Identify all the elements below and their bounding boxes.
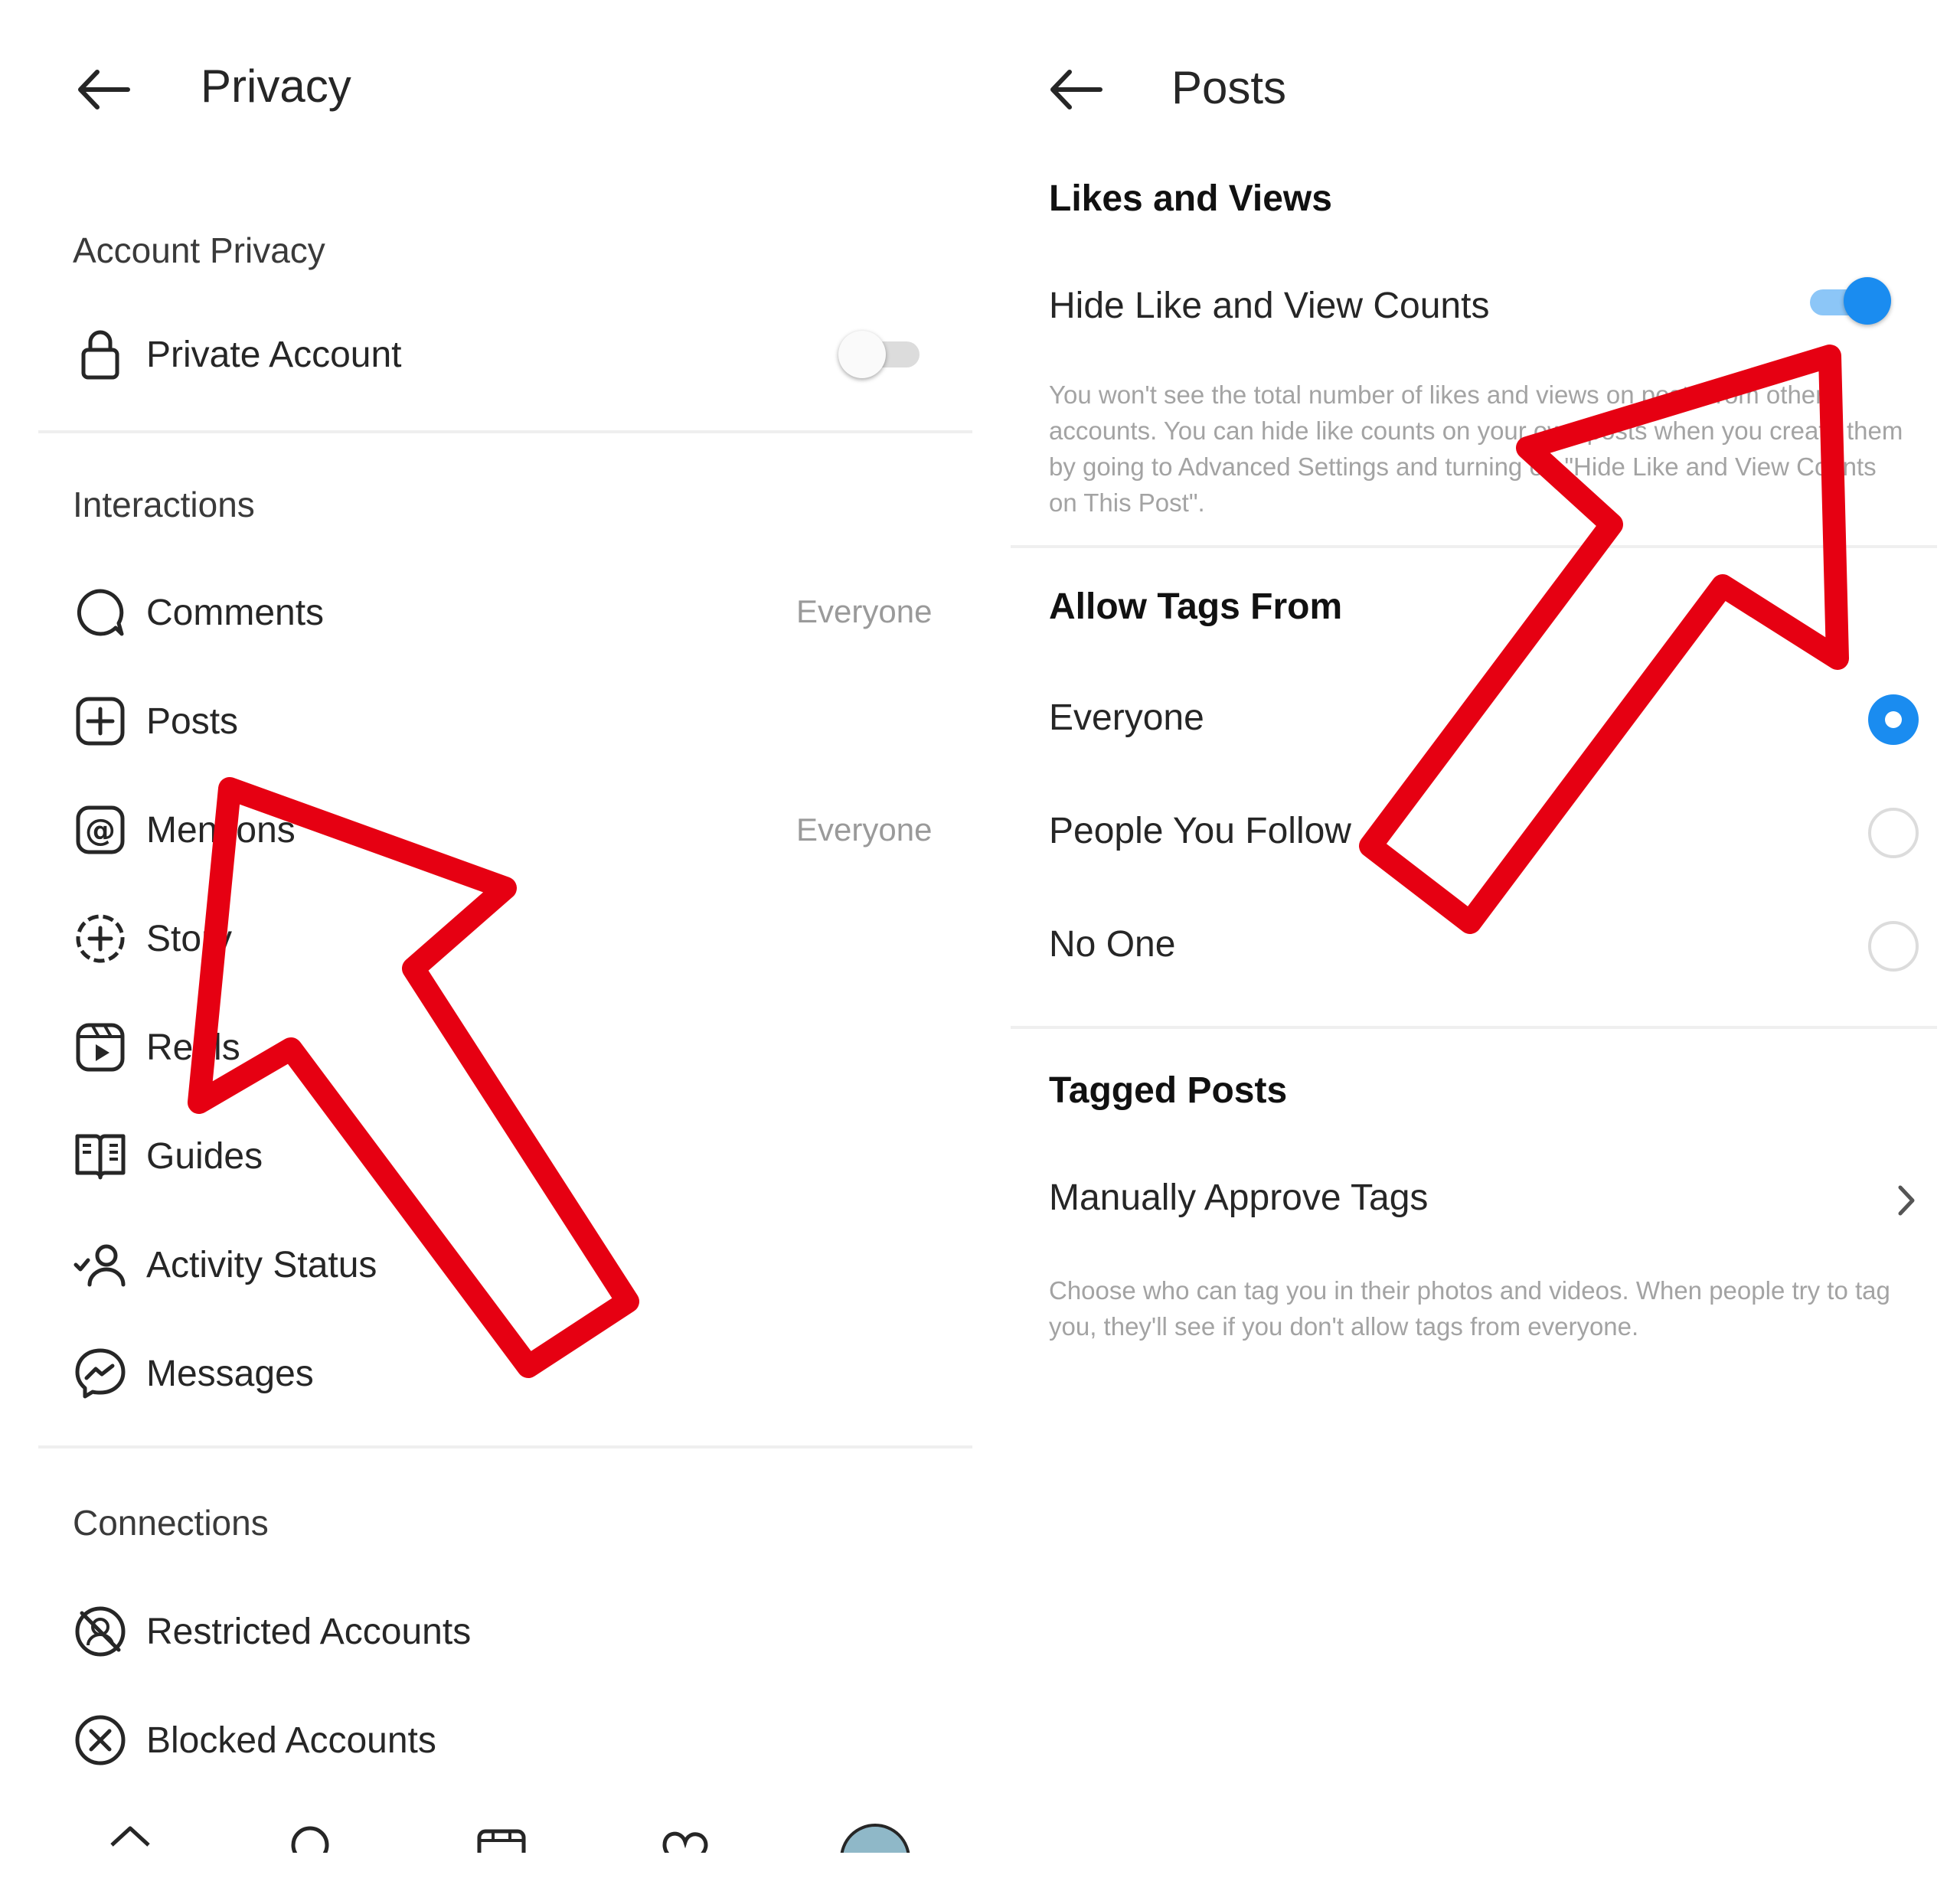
privacy-screen: Privacy Account Privacy Private Account … xyxy=(0,0,988,1878)
annotation-arrow xyxy=(1359,345,1849,934)
posts-screen: Posts Likes and Views Hide Like and View… xyxy=(988,0,1960,1878)
annotation-arrow xyxy=(188,777,639,1378)
